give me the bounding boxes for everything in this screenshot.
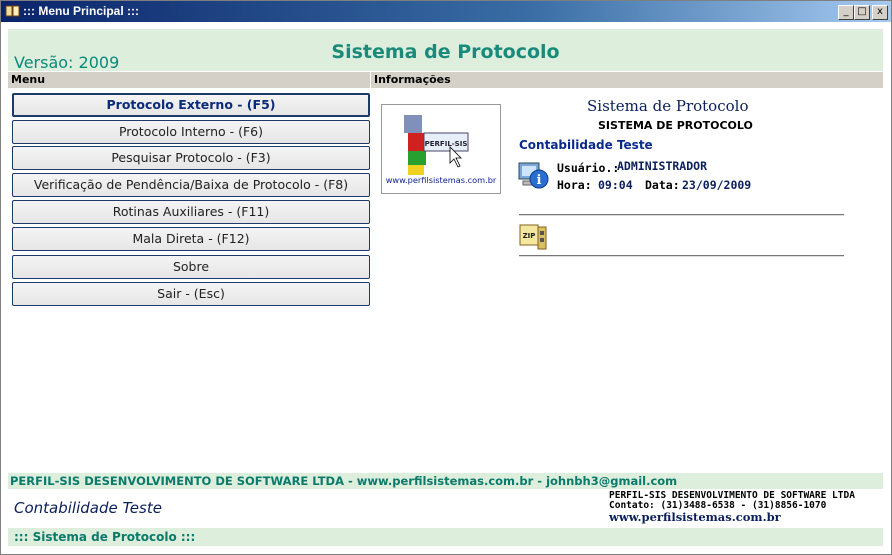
user-label: Usuário.: [557, 161, 620, 175]
window-title: ::: Menu Principal ::: [23, 4, 139, 18]
user-value: ADMINISTRADOR [617, 159, 708, 173]
maximize-button[interactable]: □ [854, 5, 870, 20]
info-section-header: Informações [371, 72, 883, 88]
zip-archive-icon[interactable]: ZIP [518, 221, 552, 253]
footer-url[interactable]: www.perfilsistemas.com.br [609, 510, 781, 524]
footer-company-line: PERFIL-SIS DESENVOLVIMENTO DE SOFTWARE L… [8, 473, 883, 489]
data-label: Data: [645, 178, 680, 192]
info-company: Contabilidade Teste [519, 138, 653, 152]
mala-direta-button[interactable]: Mala Direta - (F12) [12, 227, 370, 251]
client-area: Versão: 2009 Sistema de Protocolo Menu I… [4, 25, 888, 551]
sobre-button[interactable]: Sobre [12, 255, 370, 279]
verificacao-pendencia-button[interactable]: Verificação de Pendência/Baixa de Protoc… [12, 173, 370, 197]
close-button[interactable]: x [872, 5, 888, 20]
menu-section-header: Menu [8, 72, 370, 88]
logo-brand-text: PERFIL-SIS [425, 140, 468, 148]
header-band: Versão: 2009 Sistema de Protocolo [8, 29, 883, 72]
logo-blocks-icon: PERFIL-SIS www.perfilsistemas.com.br [386, 115, 497, 185]
hora-value: 09:04 [598, 178, 633, 192]
zip-label: ZIP [523, 232, 536, 240]
protocolo-externo-button[interactable]: Protocolo Externo - (F5) [12, 93, 370, 117]
logo-url-text: www.perfilsistemas.com.br [386, 175, 497, 185]
protocolo-interno-button[interactable]: Protocolo Interno - (F6) [12, 120, 370, 144]
perfil-sis-logo: PERFIL-SIS www.perfilsistemas.com.br [381, 104, 501, 194]
info-divider-bottom [519, 255, 844, 257]
status-bar: ::: Sistema de Protocolo ::: [8, 528, 883, 546]
rotinas-auxiliares-button[interactable]: Rotinas Auxiliares - (F11) [12, 200, 370, 224]
pesquisar-protocolo-button[interactable]: Pesquisar Protocolo - (F3) [12, 146, 370, 170]
sair-button[interactable]: Sair - (Esc) [12, 282, 370, 306]
page-title: Sistema de Protocolo [331, 41, 560, 63]
computer-info-icon: i [518, 162, 549, 189]
data-value: 23/09/2009 [682, 178, 752, 192]
info-title: Sistema de Protocolo [587, 97, 749, 115]
info-divider-top [519, 214, 844, 216]
main-window: ::: Menu Principal ::: _ □ x Versão: 200… [0, 0, 892, 555]
minimize-button[interactable]: _ [838, 5, 854, 20]
hora-label: Hora: [557, 178, 592, 192]
svg-text:i: i [537, 173, 542, 188]
footer-client-name: Contabilidade Teste [14, 499, 162, 517]
info-subtitle: SISTEMA DE PROTOCOLO [598, 119, 753, 132]
title-bar[interactable]: ::: Menu Principal ::: _ □ x [1, 1, 891, 22]
app-book-icon [5, 5, 20, 17]
